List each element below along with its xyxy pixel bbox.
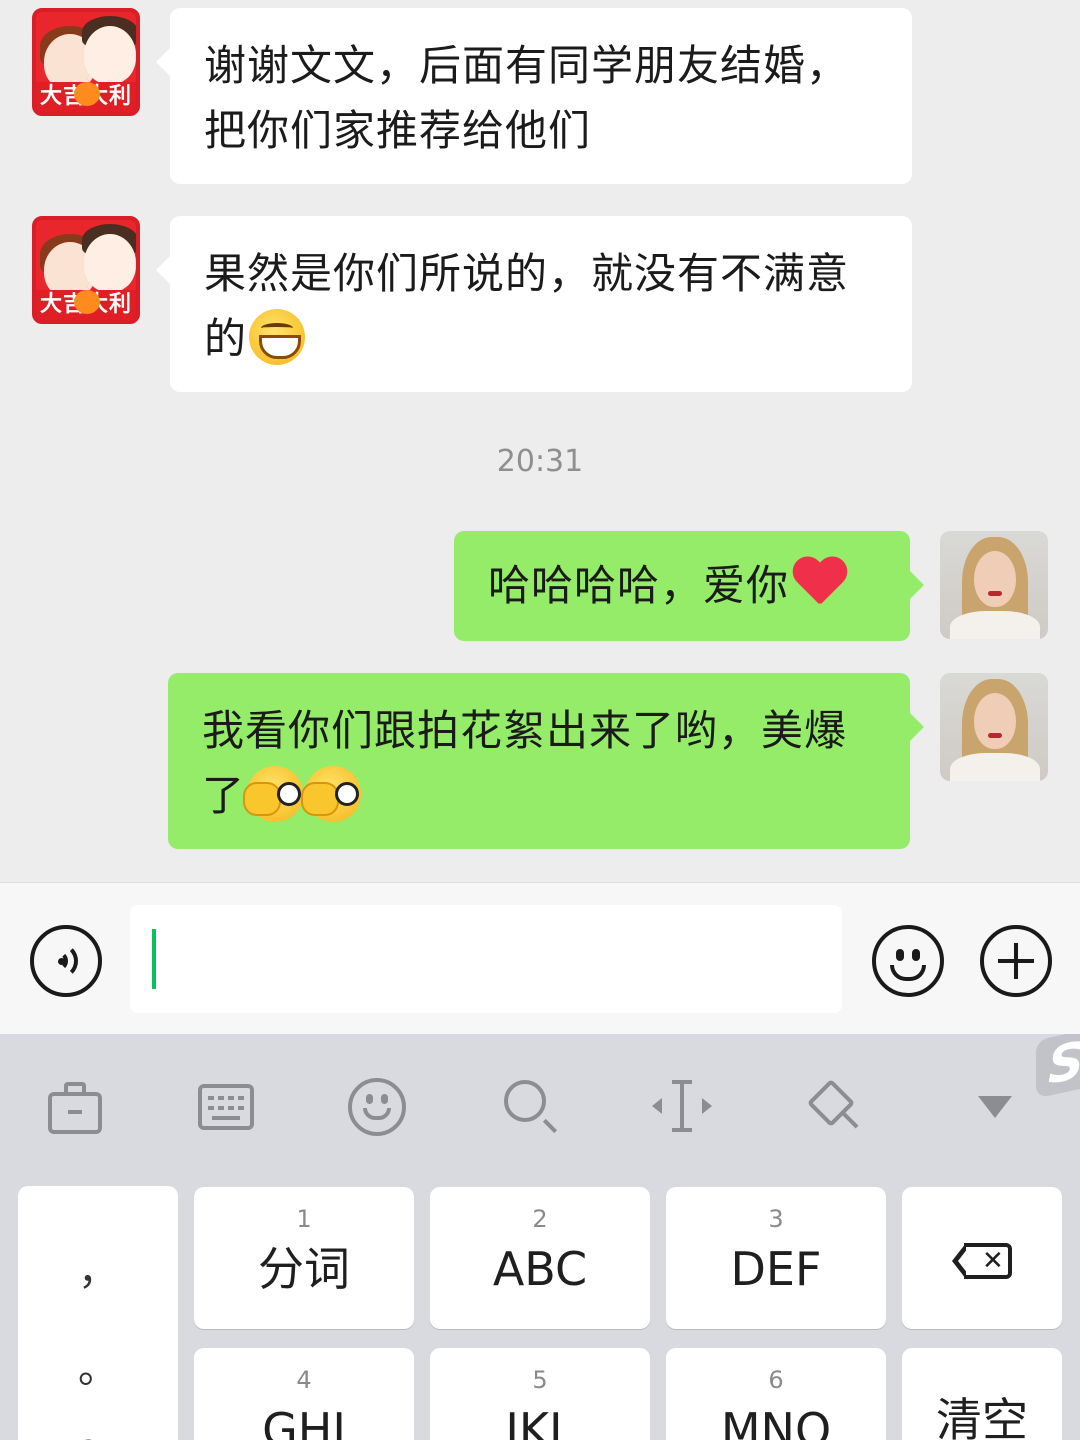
text-caret [152,929,156,989]
key-label: 分词 [258,1242,350,1296]
key-6[interactable]: 6 MNO [666,1348,886,1440]
key-number: 6 [768,1366,784,1394]
key-label: DEF [730,1242,822,1296]
my-avatar[interactable] [940,673,1048,781]
message-text: 谢谢文文，后面有同学朋友结婚，把你们家推荐给他们 [204,41,850,155]
punct-key-comma[interactable]: ， [18,1238,178,1296]
ime-logo-badge: S [1036,1034,1080,1099]
collapse-icon[interactable] [978,1096,1012,1118]
key-number: 5 [532,1366,548,1394]
voice-icon[interactable] [30,925,102,997]
cursor-icon[interactable] [652,1078,712,1138]
key-5[interactable]: 5 JKL [430,1348,650,1440]
key-label: 清空 [936,1393,1028,1440]
backspace-icon: ✕ [952,1243,1012,1279]
clear-format-icon[interactable] [806,1078,866,1138]
key-3[interactable]: 3 DEF [666,1187,886,1329]
emoji-icon[interactable] [872,925,944,997]
chat-area[interactable]: 大吉大利 谢谢文文，后面有同学朋友结婚，把你们家推荐给他们 大吉大利 果然是你们… [0,0,1080,882]
punct-key-period[interactable]: 。 [18,1336,178,1394]
punct-key-question[interactable]: ？ [18,1424,178,1440]
plus-icon[interactable] [980,925,1052,997]
key-4[interactable]: 4 GHI [194,1348,414,1440]
message-input[interactable] [130,905,842,1013]
grin-emoji-icon [249,309,306,365]
message-text: 哈哈哈哈，爱你 [488,561,790,610]
emoji-icon[interactable] [348,1078,408,1138]
contact-avatar[interactable]: 大吉大利 [32,216,140,324]
outgoing-message-bubble[interactable]: 我看你们跟拍花絮出来了哟，美爆了 [168,673,924,849]
heart-emoji-icon [791,558,849,610]
input-bar [0,882,1080,1034]
incoming-message-bubble[interactable]: 谢谢文文，后面有同学朋友结婚，把你们家推荐给他们 [156,8,912,184]
incoming-message-bubble[interactable]: 果然是你们所说的，就没有不满意的 [156,216,912,392]
key-label: GHI [262,1403,346,1440]
outgoing-message-bubble[interactable]: 哈哈哈哈，爱你 [454,531,924,641]
search-icon[interactable] [502,1078,562,1138]
peek-emoji-icon [243,766,304,822]
key-number: 3 [768,1205,784,1233]
briefcase-icon[interactable] [46,1078,106,1138]
key-label: MNO [720,1403,832,1440]
key-1[interactable]: 1 分词 [194,1187,414,1329]
key-label: JKL [505,1403,575,1440]
key-number: 2 [532,1205,548,1233]
clear-key[interactable]: 清空 [902,1348,1062,1440]
punctuation-column[interactable]: ， 。 ？ [18,1186,178,1440]
keyboard-icon[interactable] [196,1078,256,1138]
key-2[interactable]: 2 ABC [430,1187,650,1329]
contact-avatar[interactable]: 大吉大利 [32,8,140,116]
key-number: 4 [296,1366,312,1394]
key-label: ABC [492,1242,588,1296]
key-number: 1 [296,1205,312,1233]
backspace-key[interactable]: ✕ [902,1187,1062,1329]
message-timestamp: 20:31 [496,444,584,479]
peek-emoji-icon [301,766,362,822]
my-avatar[interactable] [940,531,1048,639]
ime-keyboard: S ， 。 ？ 1 分词 2 ABC 3 DEF ✕ 4 GHI 5 JKL 6… [0,1034,1080,1440]
